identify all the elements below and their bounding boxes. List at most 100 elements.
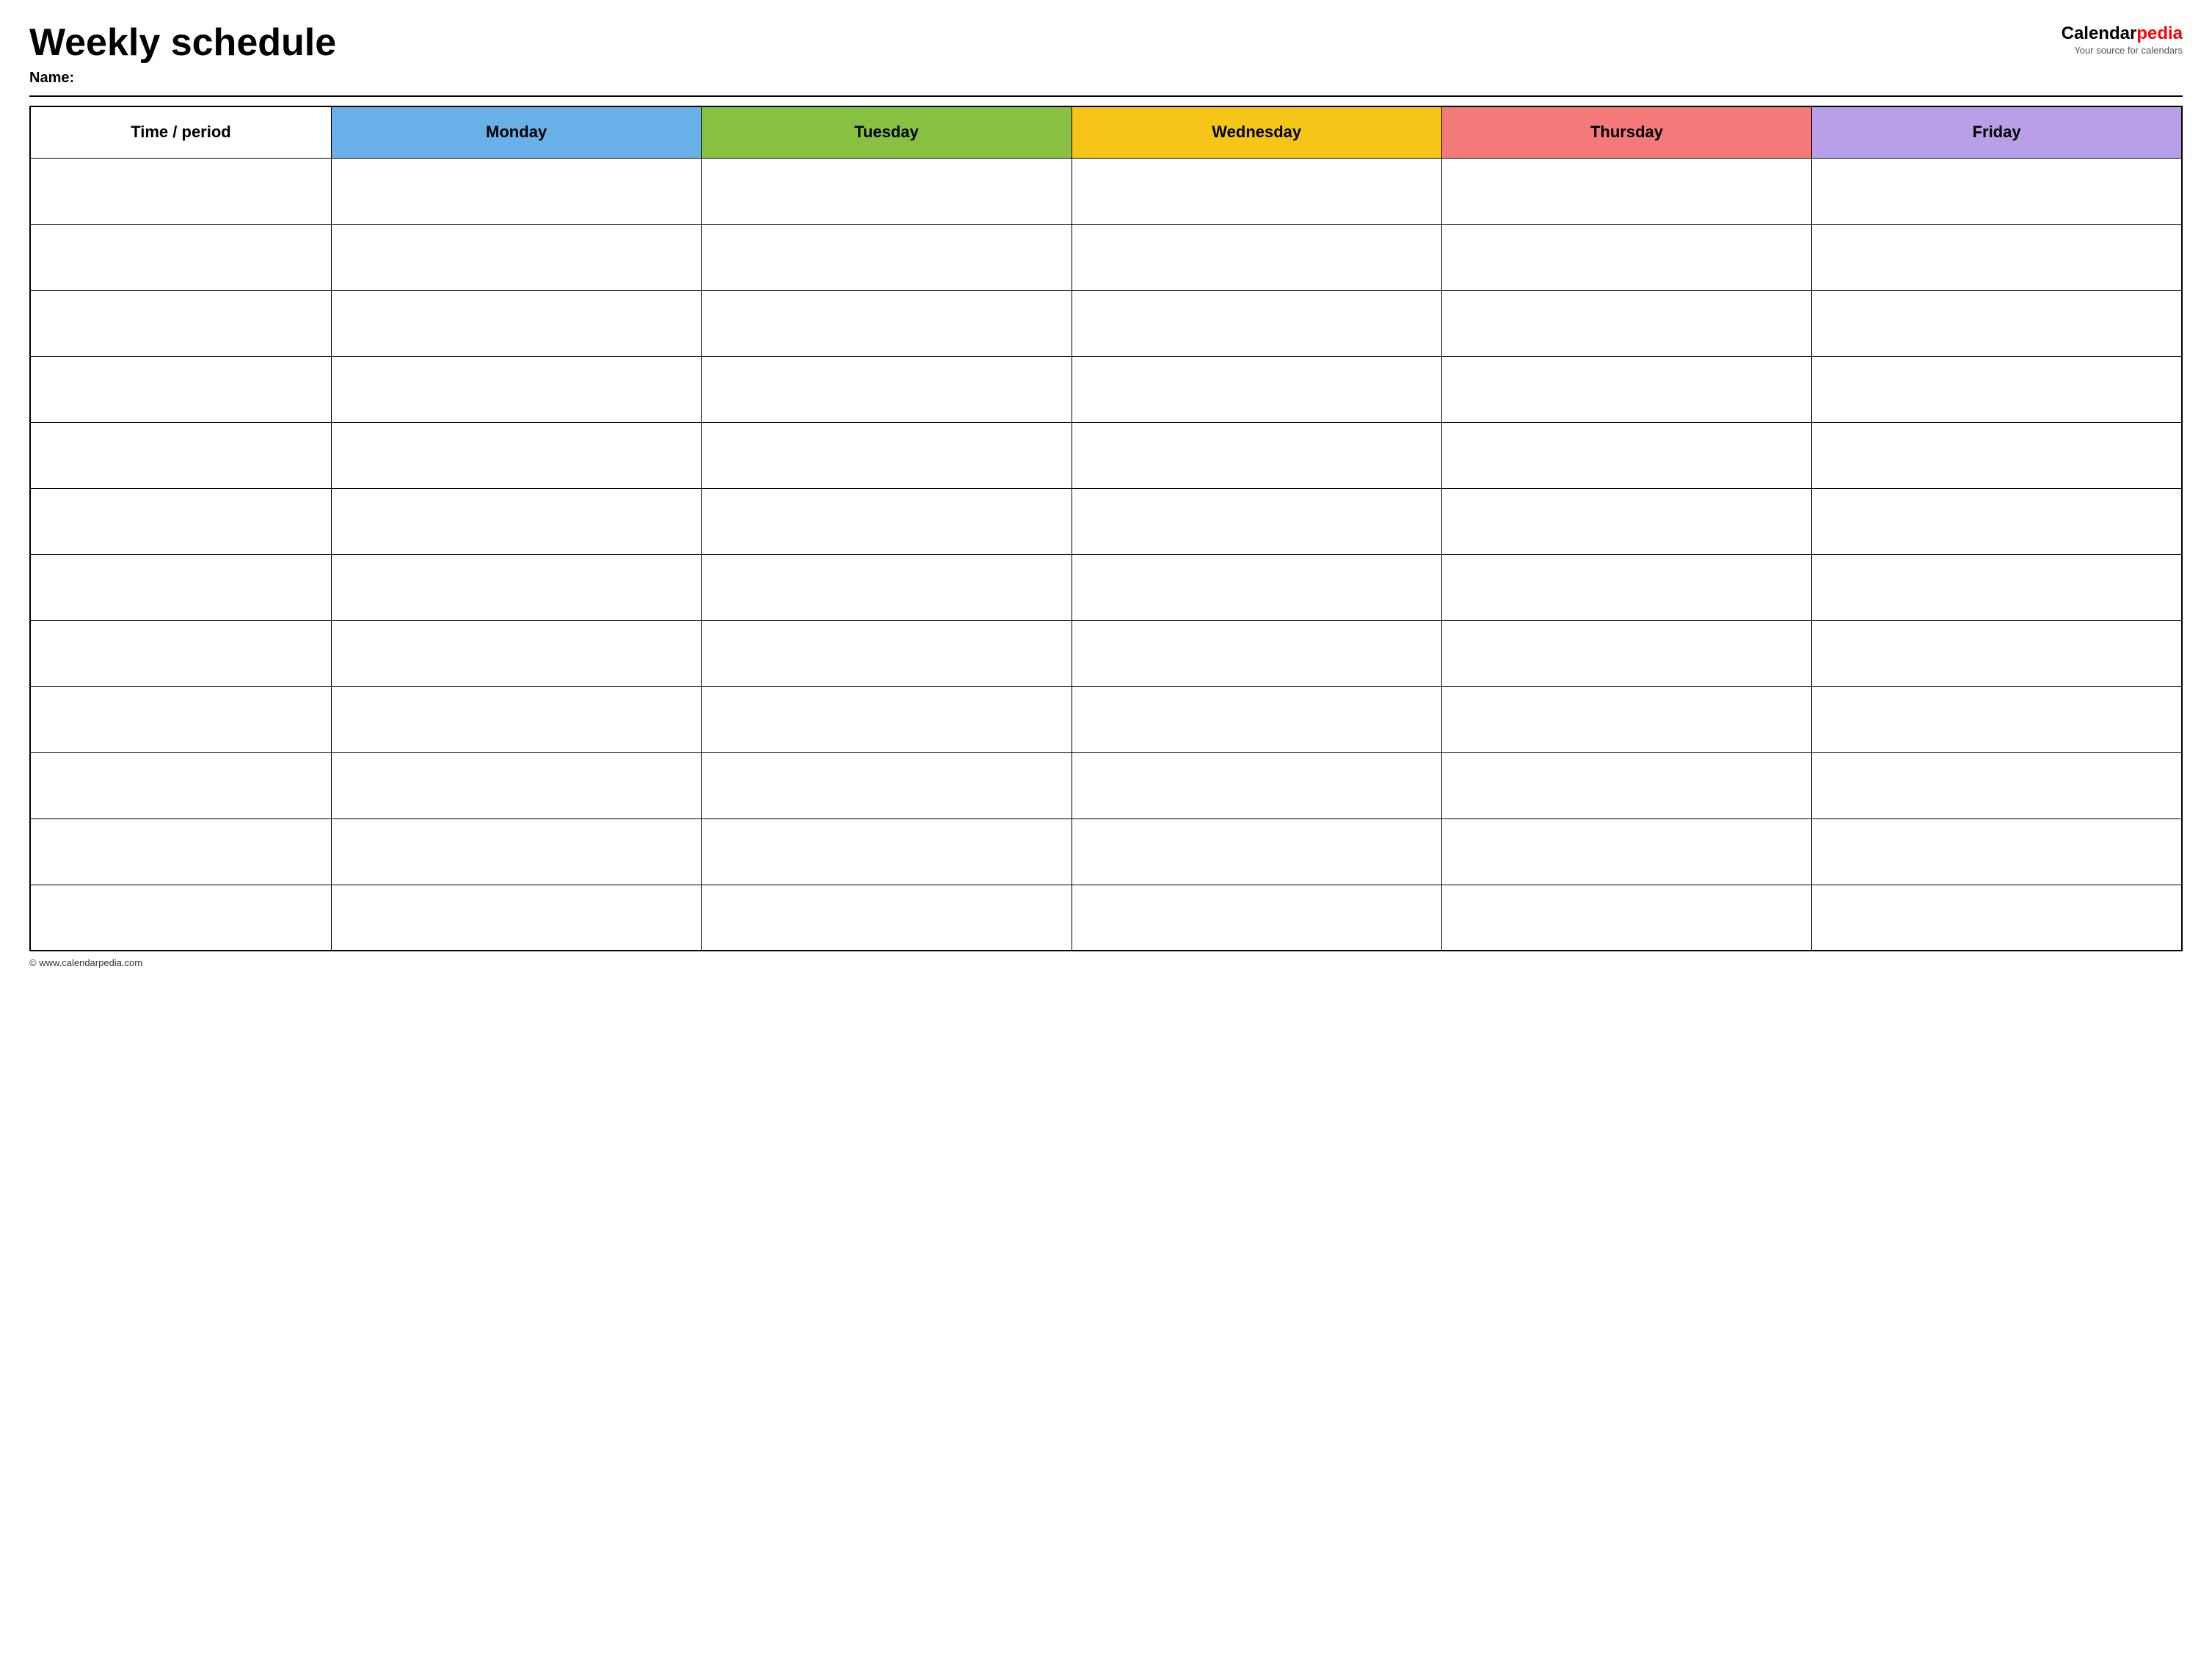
table-cell-row7-col1[interactable]	[331, 620, 701, 686]
table-cell-row4-col5[interactable]	[1812, 422, 2182, 488]
name-label: Name:	[29, 70, 336, 87]
table-cell-row4-col4[interactable]	[1441, 422, 1811, 488]
table-cell-row7-col0[interactable]	[30, 620, 331, 686]
table-cell-row0-col4[interactable]	[1441, 158, 1811, 224]
logo-section: Calendarpedia Your source for calendars	[2062, 22, 2183, 56]
table-cell-row4-col0[interactable]	[30, 422, 331, 488]
table-row	[30, 620, 2182, 686]
table-cell-row9-col5[interactable]	[1812, 752, 2182, 818]
title-section: Weekly schedule Name:	[29, 22, 336, 87]
table-cell-row10-col5[interactable]	[1812, 818, 2182, 885]
table-cell-row2-col2[interactable]	[702, 290, 1072, 356]
table-cell-row9-col1[interactable]	[331, 752, 701, 818]
table-cell-row4-col2[interactable]	[702, 422, 1072, 488]
table-cell-row5-col2[interactable]	[702, 488, 1072, 554]
table-cell-row8-col2[interactable]	[702, 686, 1072, 752]
table-cell-row11-col3[interactable]	[1072, 885, 1441, 951]
table-row	[30, 885, 2182, 951]
table-cell-row1-col1[interactable]	[331, 224, 701, 290]
table-cell-row3-col1[interactable]	[331, 356, 701, 422]
table-cell-row9-col3[interactable]	[1072, 752, 1441, 818]
table-cell-row9-col4[interactable]	[1441, 752, 1811, 818]
table-cell-row10-col3[interactable]	[1072, 818, 1441, 885]
table-cell-row5-col3[interactable]	[1072, 488, 1441, 554]
table-cell-row10-col1[interactable]	[331, 818, 701, 885]
table-cell-row1-col4[interactable]	[1441, 224, 1811, 290]
table-cell-row2-col4[interactable]	[1441, 290, 1811, 356]
col-header-monday: Monday	[331, 106, 701, 158]
table-cell-row11-col5[interactable]	[1812, 885, 2182, 951]
logo-pedia: pedia	[2136, 23, 2183, 43]
table-cell-row8-col5[interactable]	[1812, 686, 2182, 752]
col-header-tuesday: Tuesday	[702, 106, 1072, 158]
table-cell-row3-col0[interactable]	[30, 356, 331, 422]
logo-text: Calendarpedia	[2062, 25, 2183, 43]
table-cell-row7-col4[interactable]	[1441, 620, 1811, 686]
table-cell-row4-col1[interactable]	[331, 422, 701, 488]
table-cell-row8-col1[interactable]	[331, 686, 701, 752]
col-header-wednesday: Wednesday	[1072, 106, 1441, 158]
table-cell-row8-col3[interactable]	[1072, 686, 1441, 752]
table-cell-row7-col5[interactable]	[1812, 620, 2182, 686]
table-cell-row7-col2[interactable]	[702, 620, 1072, 686]
table-cell-row10-col0[interactable]	[30, 818, 331, 885]
footer-text: © www.calendarpedia.com	[29, 957, 142, 968]
page-title: Weekly schedule	[29, 22, 336, 64]
table-cell-row2-col0[interactable]	[30, 290, 331, 356]
table-row	[30, 752, 2182, 818]
table-cell-row11-col2[interactable]	[702, 885, 1072, 951]
table-cell-row0-col5[interactable]	[1812, 158, 2182, 224]
table-cell-row3-col5[interactable]	[1812, 356, 2182, 422]
table-cell-row2-col5[interactable]	[1812, 290, 2182, 356]
table-cell-row8-col0[interactable]	[30, 686, 331, 752]
header-divider	[29, 95, 2183, 97]
table-cell-row9-col2[interactable]	[702, 752, 1072, 818]
footer: © www.calendarpedia.com	[29, 957, 2183, 968]
table-row	[30, 290, 2182, 356]
table-cell-row2-col3[interactable]	[1072, 290, 1441, 356]
table-cell-row6-col4[interactable]	[1441, 554, 1811, 620]
table-cell-row5-col4[interactable]	[1441, 488, 1811, 554]
table-cell-row3-col3[interactable]	[1072, 356, 1441, 422]
table-cell-row11-col0[interactable]	[30, 885, 331, 951]
table-cell-row5-col5[interactable]	[1812, 488, 2182, 554]
table-cell-row6-col5[interactable]	[1812, 554, 2182, 620]
table-cell-row5-col1[interactable]	[331, 488, 701, 554]
table-cell-row6-col3[interactable]	[1072, 554, 1441, 620]
table-cell-row1-col5[interactable]	[1812, 224, 2182, 290]
table-cell-row3-col2[interactable]	[702, 356, 1072, 422]
table-cell-row3-col4[interactable]	[1441, 356, 1811, 422]
table-cell-row10-col4[interactable]	[1441, 818, 1811, 885]
table-cell-row1-col3[interactable]	[1072, 224, 1441, 290]
table-cell-row7-col3[interactable]	[1072, 620, 1441, 686]
table-cell-row11-col1[interactable]	[331, 885, 701, 951]
table-cell-row0-col0[interactable]	[30, 158, 331, 224]
col-header-friday: Friday	[1812, 106, 2182, 158]
table-cell-row4-col3[interactable]	[1072, 422, 1441, 488]
table-cell-row6-col2[interactable]	[702, 554, 1072, 620]
table-cell-row9-col0[interactable]	[30, 752, 331, 818]
table-row	[30, 686, 2182, 752]
table-cell-row0-col3[interactable]	[1072, 158, 1441, 224]
table-cell-row1-col2[interactable]	[702, 224, 1072, 290]
table-row	[30, 554, 2182, 620]
logo-calendar: Calendar	[2062, 23, 2137, 43]
table-cell-row5-col0[interactable]	[30, 488, 331, 554]
table-row	[30, 158, 2182, 224]
table-row	[30, 356, 2182, 422]
table-body	[30, 158, 2182, 951]
table-cell-row6-col1[interactable]	[331, 554, 701, 620]
table-cell-row1-col0[interactable]	[30, 224, 331, 290]
table-cell-row11-col4[interactable]	[1441, 885, 1811, 951]
table-row	[30, 224, 2182, 290]
table-cell-row2-col1[interactable]	[331, 290, 701, 356]
table-cell-row0-col1[interactable]	[331, 158, 701, 224]
table-cell-row6-col0[interactable]	[30, 554, 331, 620]
schedule-table: Time / period Monday Tuesday Wednesday T…	[29, 106, 2183, 951]
table-cell-row10-col2[interactable]	[702, 818, 1072, 885]
logo-tagline: Your source for calendars	[2074, 45, 2183, 56]
table-cell-row8-col4[interactable]	[1441, 686, 1811, 752]
col-header-time: Time / period	[30, 106, 331, 158]
table-cell-row0-col2[interactable]	[702, 158, 1072, 224]
page-header: Weekly schedule Name: Calendarpedia Your…	[29, 22, 2183, 87]
